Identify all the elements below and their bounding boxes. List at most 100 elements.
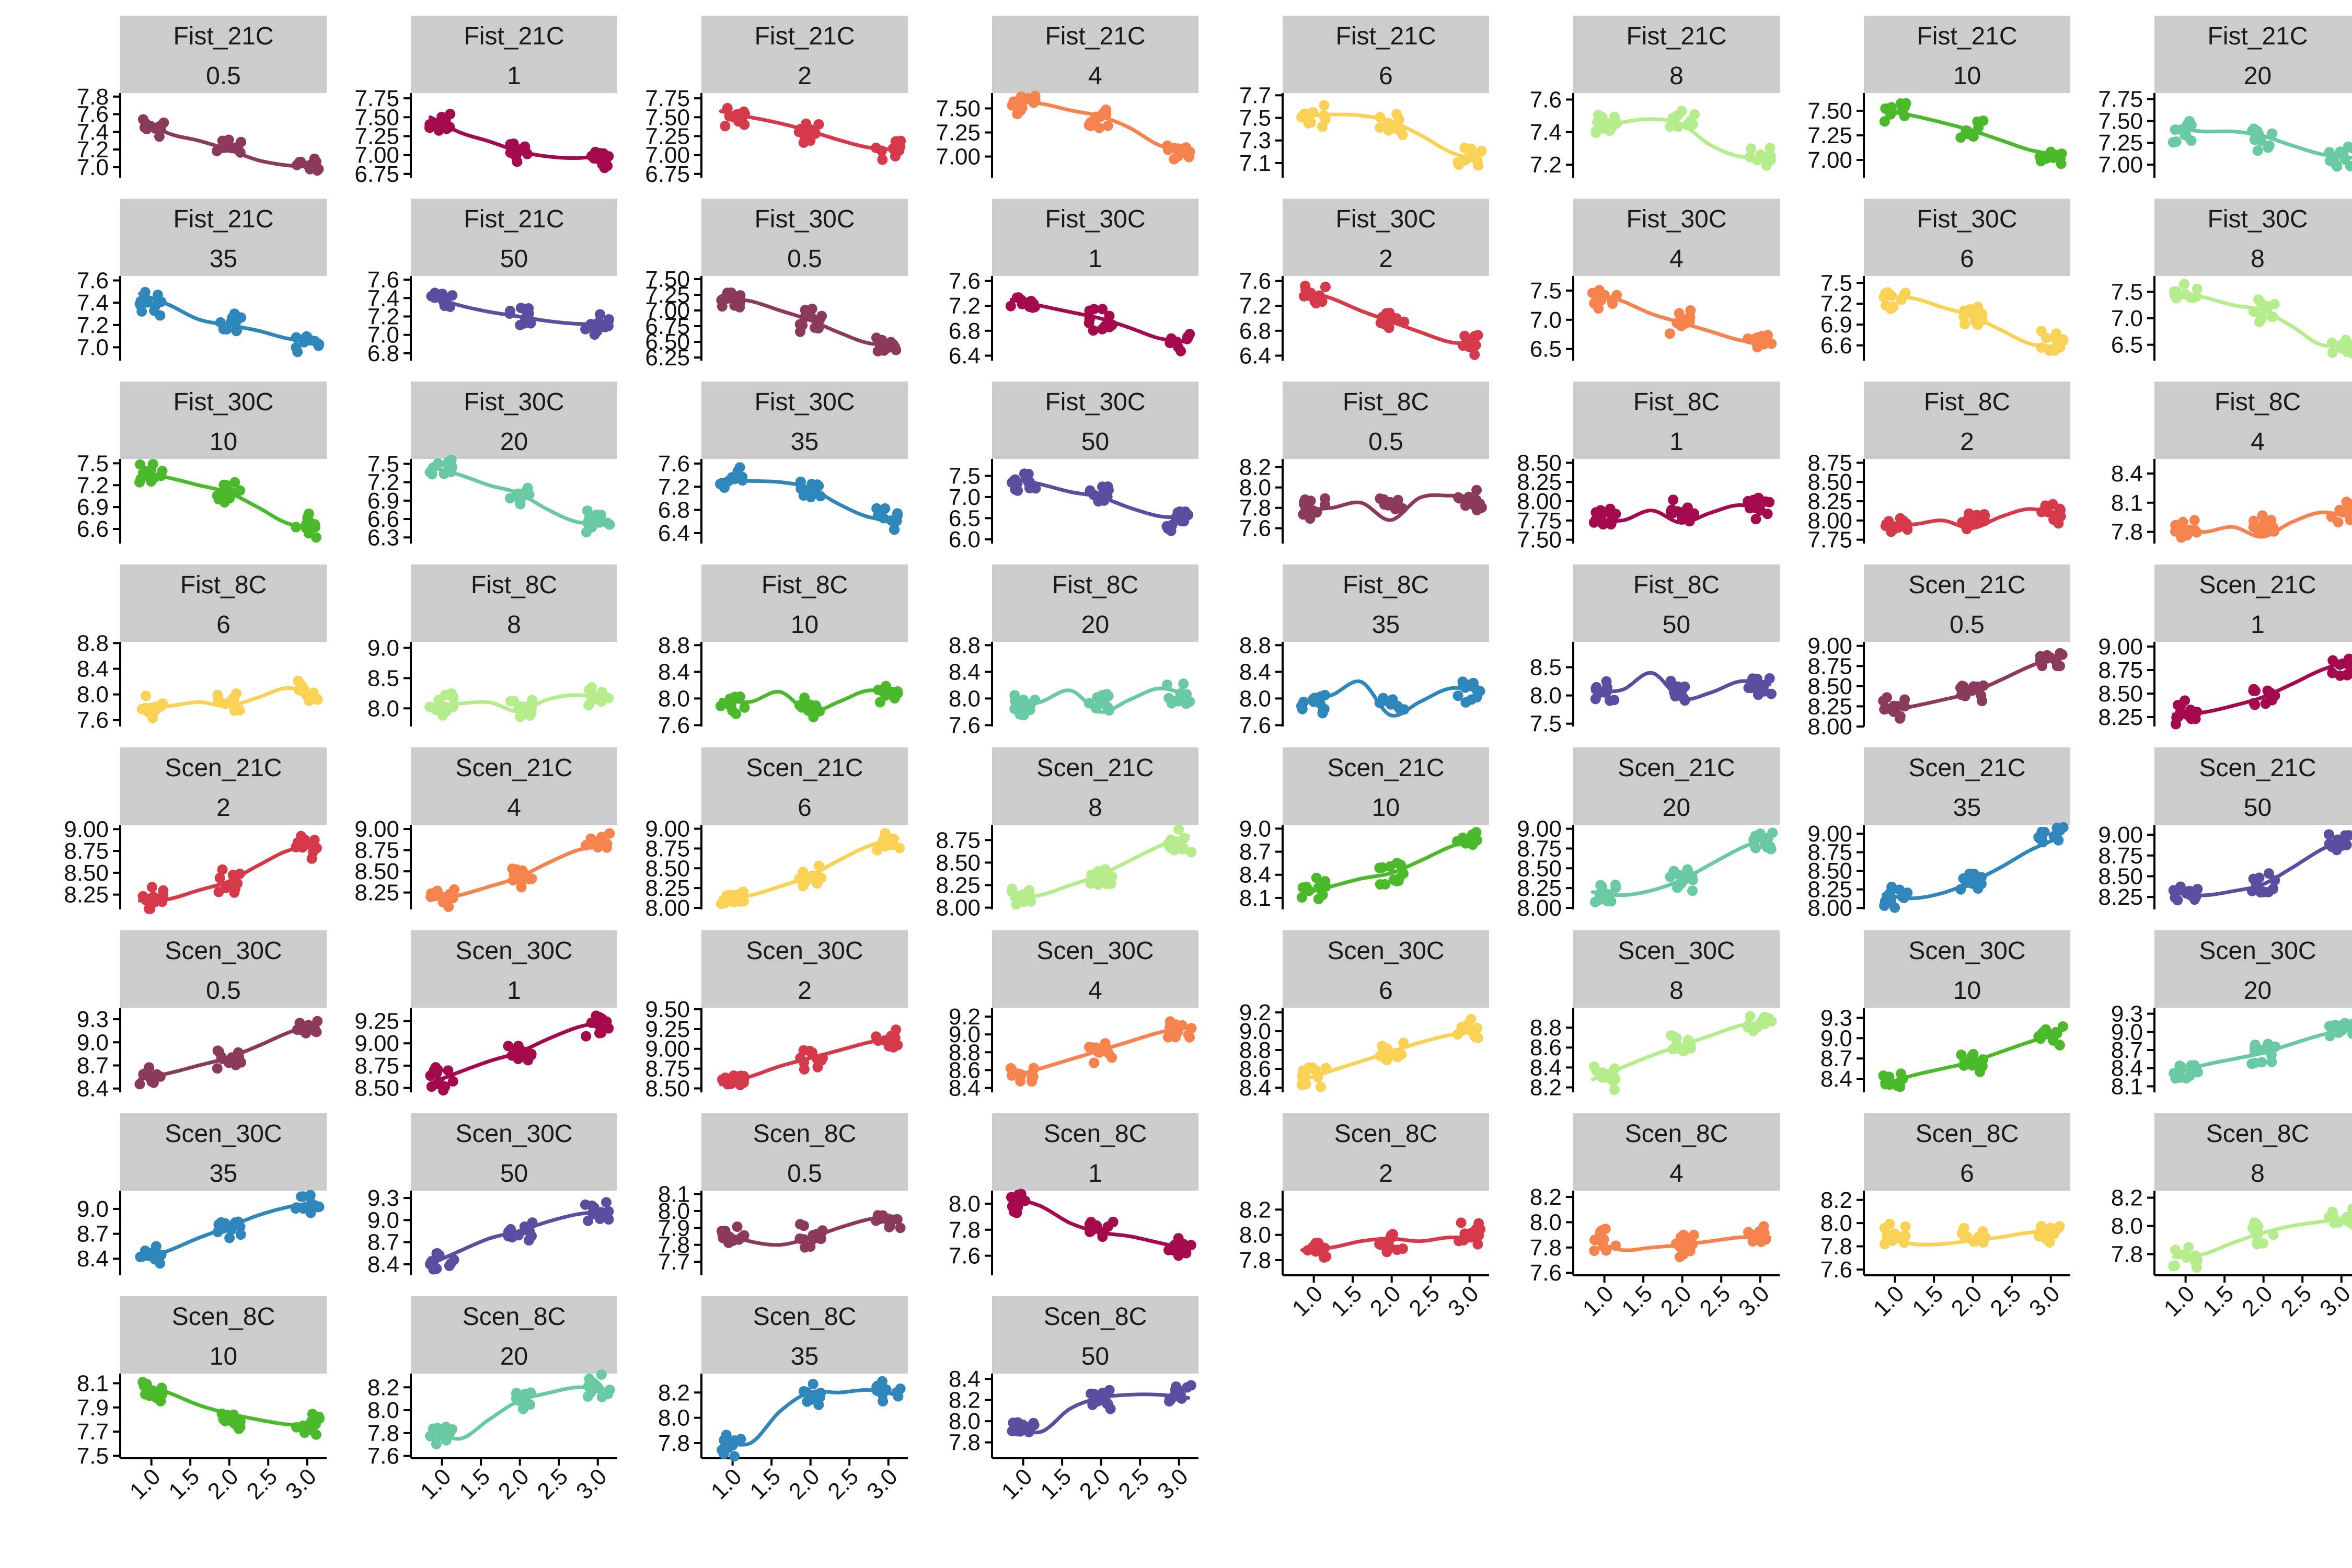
- facet-strip-label: 0.5: [206, 62, 241, 90]
- facet-panel: Scen_21C 10 8.18.48.79.0: [1239, 747, 1489, 911]
- data-point: [443, 456, 454, 467]
- y-tick-label: 8.0: [658, 686, 690, 711]
- data-point: [720, 121, 731, 132]
- data-point: [1166, 525, 1177, 536]
- facet-strip-label: 20: [1663, 794, 1690, 822]
- data-point: [503, 1041, 514, 1052]
- facet-strip-label: 4: [507, 794, 521, 822]
- data-point: [296, 1191, 307, 1202]
- x-tick-label: 2.0: [1946, 1281, 1987, 1321]
- y-tick-label: 8.4: [2111, 461, 2143, 487]
- facet-strip-label: 1: [1088, 1160, 1102, 1187]
- data-point: [158, 885, 169, 896]
- x-tick-label: 3.0: [2024, 1281, 2065, 1321]
- y-tick-label: 8.1: [2111, 490, 2143, 516]
- data-point: [582, 505, 593, 516]
- data-point: [2269, 298, 2280, 309]
- y-tick-label: 9.3: [77, 1007, 109, 1032]
- data-point: [1163, 693, 1174, 704]
- data-point: [2173, 700, 2183, 710]
- y-tick-label: 9.00: [2098, 822, 2143, 848]
- x-tick-label: 2.0: [1656, 1281, 1697, 1321]
- data-point: [1102, 1221, 1113, 1232]
- data-point: [1317, 121, 1328, 132]
- data-point: [732, 1221, 743, 1232]
- y-tick-label: 7.8: [1820, 1234, 1852, 1260]
- facet-strip-label: Scen_8C: [1334, 1120, 1437, 1148]
- facet-strip-label: 10: [1372, 794, 1400, 822]
- data-point: [1165, 1016, 1175, 1027]
- facet-panel: Scen_21C 1 8.258.508.759.00: [2098, 564, 2352, 730]
- y-tick-label: 8.4: [77, 1246, 109, 1272]
- data-point: [799, 1220, 809, 1231]
- data-point: [236, 1057, 246, 1068]
- data-point: [2327, 347, 2338, 358]
- y-tick-label: 6.8: [1239, 318, 1271, 344]
- y-tick-label: 7.3: [1239, 128, 1271, 154]
- data-point: [2253, 294, 2264, 305]
- smooth-trend-line: [1009, 1025, 1191, 1079]
- y-tick-label: 7.1: [1239, 151, 1271, 176]
- y-tick-label: 8.7: [367, 1230, 399, 1255]
- y-tick-label: 6.4: [1239, 343, 1271, 368]
- facet-strip-label: 1: [1669, 428, 1684, 456]
- y-tick-label: 8.0: [1820, 1210, 1852, 1236]
- data-point: [432, 1064, 443, 1075]
- facet-strip-label: 8: [1669, 62, 1684, 90]
- data-point: [2342, 497, 2352, 508]
- facet-strip-label: 4: [1669, 245, 1684, 273]
- y-tick-label: 7.6: [1530, 87, 1562, 112]
- data-point: [512, 156, 523, 167]
- facet-strip-label: Scen_8C: [172, 1303, 275, 1331]
- facet-panel: Fist_8C 35 7.68.08.48.8: [1239, 564, 1489, 738]
- data-point: [1104, 1385, 1115, 1396]
- y-tick-label: 7.5: [77, 1443, 109, 1469]
- y-tick-label: 8.0: [367, 1398, 399, 1423]
- data-point: [1012, 109, 1023, 119]
- data-point: [2252, 145, 2263, 156]
- x-tick-label: 2.5: [1113, 1463, 1154, 1504]
- y-tick-label: 7.6: [1239, 712, 1271, 738]
- facet-panel: Scen_8C 8 7.8 8.0 8.2 1.01.52.02.53.0: [2111, 1113, 2352, 1321]
- y-tick-label: 9.0: [77, 1030, 109, 1055]
- data-point: [1298, 1065, 1309, 1076]
- data-point: [582, 1391, 593, 1402]
- data-point: [2055, 825, 2066, 836]
- facet-panel: Fist_21C506.87.07.27.47.6: [367, 199, 617, 366]
- data-point: [1320, 281, 1331, 292]
- facet-panel: Scen_30C48.48.68.89.09.2: [949, 930, 1198, 1101]
- data-point: [228, 882, 239, 893]
- y-tick-label: 7.8: [2111, 1242, 2143, 1267]
- facet-panel: Fist_30C 4 6.5 7.0 7.5: [1530, 199, 1780, 362]
- facet-strip-label: Fist_21C: [464, 205, 564, 233]
- data-point: [2330, 1019, 2341, 1030]
- data-point: [2178, 279, 2189, 290]
- data-point: [146, 882, 157, 893]
- facet-strip-label: Fist_21C: [1335, 22, 1436, 50]
- facet-panel: Fist_8C 4 7.8 8.1 8.4: [2111, 382, 2352, 545]
- facet-strip-label: 1: [507, 62, 521, 90]
- y-tick-label: 6.5: [2111, 332, 2143, 358]
- data-point: [1889, 902, 1900, 913]
- facet-strip-label: Fist_30C: [1626, 205, 1726, 233]
- data-point: [1689, 109, 1700, 120]
- x-tick-label: 3.0: [1152, 1463, 1193, 1504]
- data-point: [2323, 829, 2334, 840]
- facet-strip-label: Scen_30C: [455, 937, 572, 965]
- facet-strip-label: Fist_8C: [1343, 388, 1429, 416]
- y-tick-label: 7.6: [367, 267, 399, 293]
- data-point: [1671, 1033, 1682, 1044]
- y-tick-label: 9.00: [645, 816, 690, 842]
- facet-strip-label: 0.5: [1368, 428, 1403, 456]
- data-point: [231, 688, 242, 699]
- y-tick-label: 7.00: [936, 144, 981, 170]
- facet-strip-label: Scen_30C: [2199, 937, 2316, 965]
- facet-strip-label: Fist_30C: [173, 388, 273, 416]
- facet-strip-label: Scen_30C: [1327, 937, 1444, 965]
- data-point: [135, 296, 146, 307]
- facet-strip-label: 20: [1081, 611, 1109, 639]
- y-tick-label: 9.00: [1807, 821, 1852, 847]
- facet-strip-label: 10: [210, 1343, 237, 1370]
- y-tick-label: 8.0: [949, 1191, 981, 1217]
- data-point: [1879, 116, 1890, 127]
